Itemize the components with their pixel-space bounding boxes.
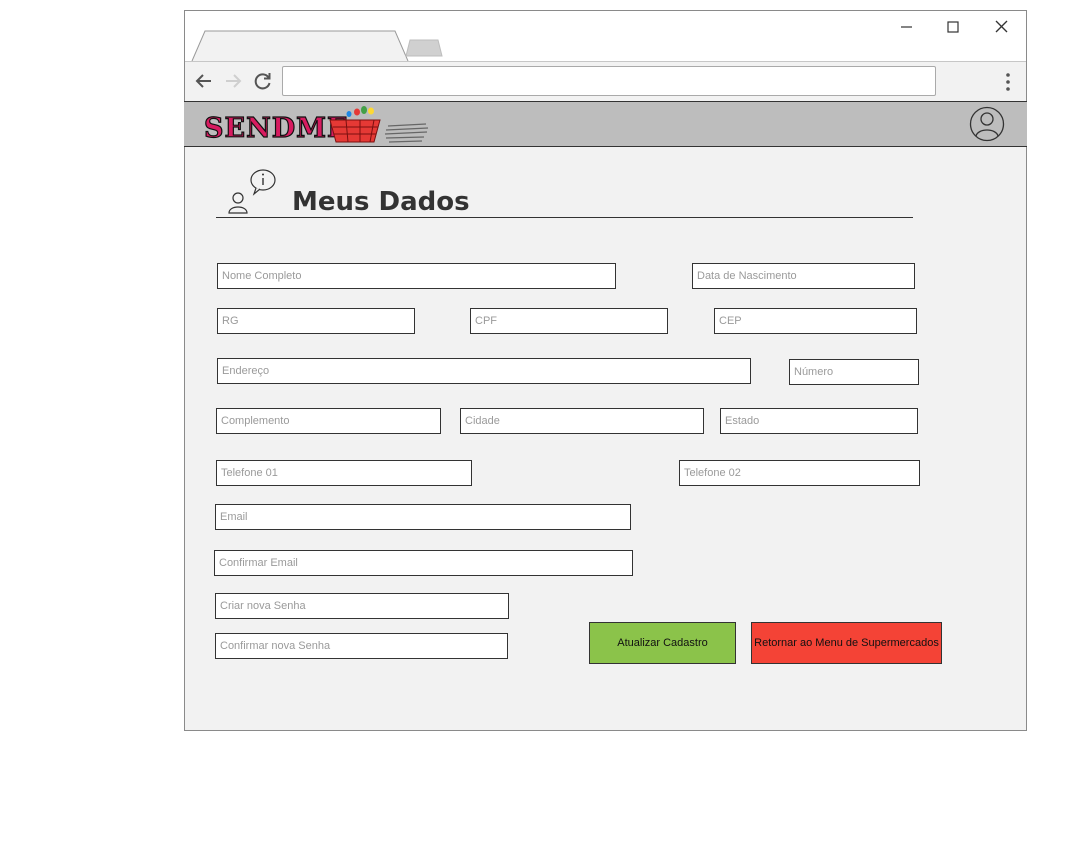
- minimize-icon[interactable]: [891, 16, 921, 38]
- browser-tab-active[interactable]: [191, 30, 409, 62]
- page-title: Meus Dados: [292, 187, 470, 217]
- rg-field[interactable]: [217, 308, 415, 334]
- close-icon[interactable]: [986, 16, 1016, 38]
- email-field[interactable]: [215, 504, 631, 530]
- telefone-01-field[interactable]: [216, 460, 472, 486]
- maximize-icon[interactable]: [938, 16, 968, 38]
- confirmar-email-field[interactable]: [214, 550, 633, 576]
- kebab-menu-icon[interactable]: [1003, 71, 1013, 93]
- nova-senha-field[interactable]: [215, 593, 509, 619]
- sendme-logo[interactable]: SENDME: [202, 104, 430, 146]
- arrow-left-icon[interactable]: [194, 71, 214, 91]
- retornar-menu-button[interactable]: Retornar ao Menu de Supermercados: [751, 622, 942, 664]
- address-bar[interactable]: [282, 66, 936, 96]
- new-tab-button[interactable]: [405, 39, 443, 57]
- svg-text:SENDME: SENDME: [204, 113, 349, 144]
- browser-toolbar: [185, 61, 1026, 101]
- basket-icon: [329, 106, 381, 143]
- complemento-field[interactable]: [216, 408, 441, 434]
- browser-window: SENDME Meus Dados Nome Completo Data de …: [184, 10, 1027, 731]
- nome-completo-field[interactable]: [217, 263, 616, 289]
- browser-titlebar: [185, 11, 1026, 62]
- numero-field[interactable]: [789, 359, 919, 385]
- cidade-field[interactable]: [460, 408, 704, 434]
- reload-icon[interactable]: [253, 71, 273, 91]
- user-circle-icon[interactable]: [969, 106, 1005, 142]
- title-divider: [216, 217, 913, 218]
- app-header: SENDME: [184, 101, 1027, 147]
- cpf-field[interactable]: [470, 308, 668, 334]
- user-info-icon: [228, 169, 276, 214]
- telefone-02-field[interactable]: [679, 460, 920, 486]
- data-nascimento-field[interactable]: [692, 263, 915, 289]
- atualizar-cadastro-button[interactable]: Atualizar Cadastro: [589, 622, 736, 664]
- endereco-field[interactable]: [217, 358, 751, 384]
- arrow-right-icon[interactable]: [223, 71, 243, 91]
- speed-lines-icon: [384, 123, 429, 143]
- cep-field[interactable]: [714, 308, 917, 334]
- estado-field[interactable]: [720, 408, 918, 434]
- confirmar-senha-field[interactable]: [215, 633, 508, 659]
